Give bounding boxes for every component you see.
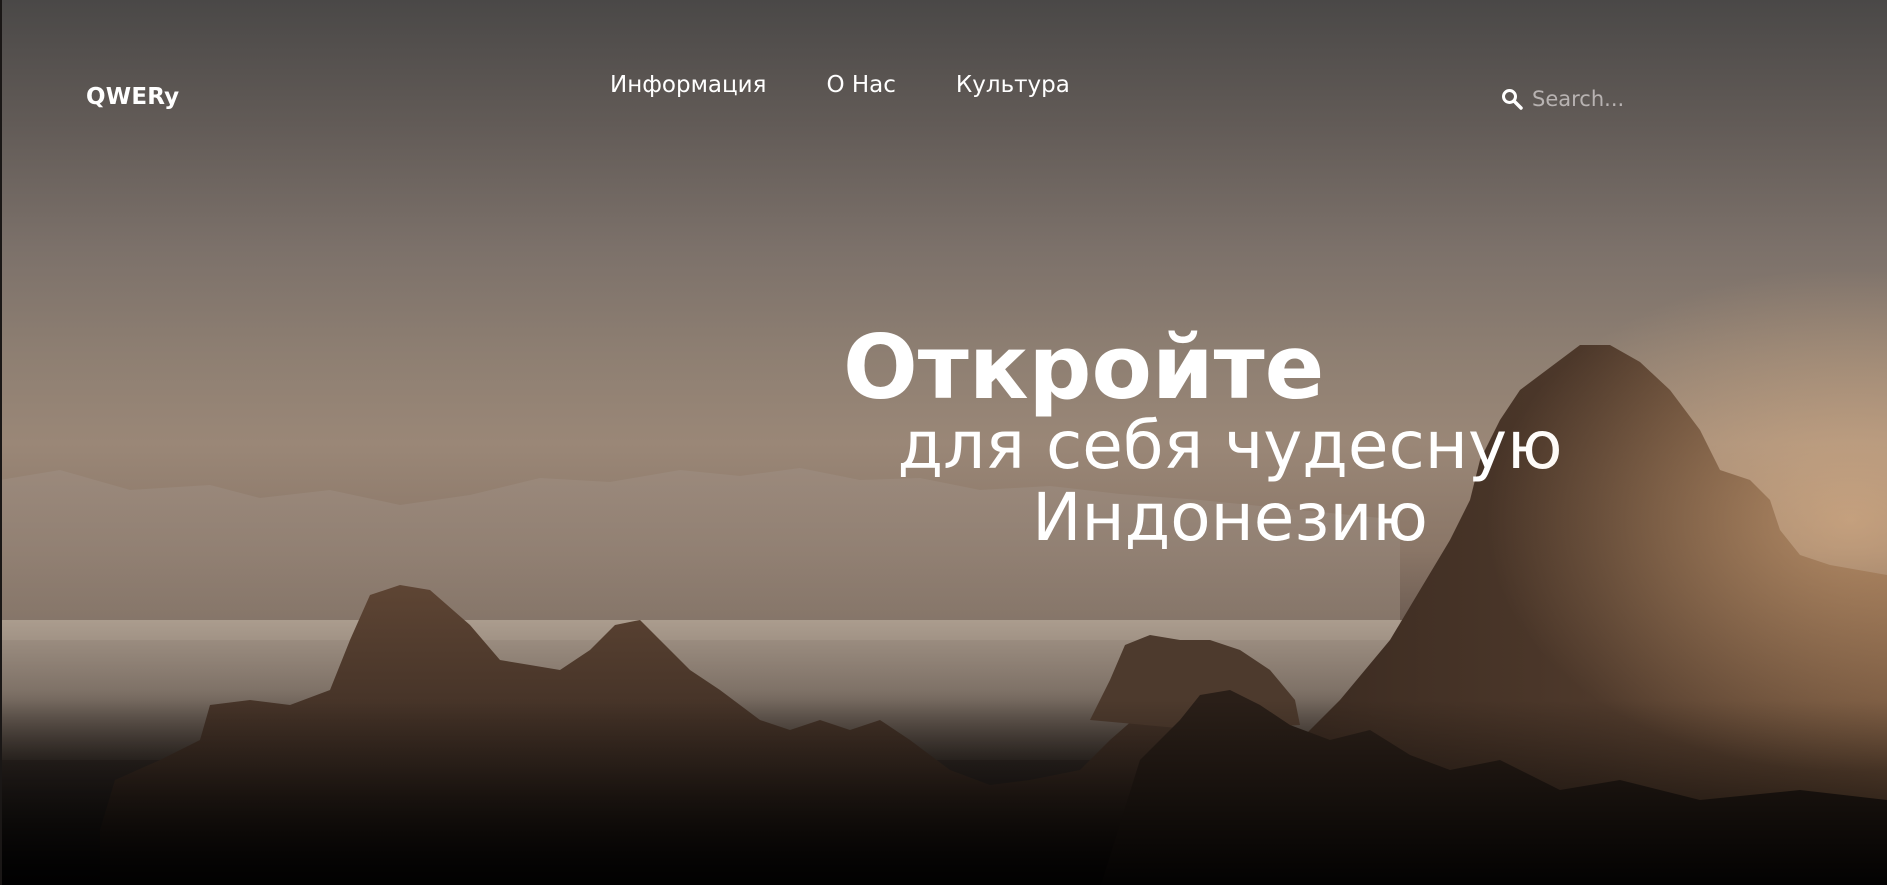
hero-headline: Откройте bbox=[843, 316, 1325, 419]
hero-subline-1: для себя чудесную bbox=[897, 407, 1563, 484]
hero-subheadline: для себя чудесную Индонезию bbox=[880, 410, 1580, 554]
left-edge bbox=[0, 0, 2, 888]
hero-section: QWERy Информация О Нас Культура Откройте… bbox=[0, 0, 1887, 888]
nav-item-about[interactable]: О Нас bbox=[826, 72, 895, 98]
nav-item-culture[interactable]: Культура bbox=[956, 72, 1070, 98]
hero-subline-2: Индонезию bbox=[1032, 479, 1428, 556]
site-logo[interactable]: QWERy bbox=[86, 84, 179, 110]
nav-item-info[interactable]: Информация bbox=[610, 72, 766, 98]
search-box bbox=[1500, 84, 1740, 114]
search-icon[interactable] bbox=[1500, 87, 1524, 111]
main-nav: Информация О Нас Культура bbox=[610, 72, 1130, 98]
search-input[interactable] bbox=[1532, 87, 1732, 111]
